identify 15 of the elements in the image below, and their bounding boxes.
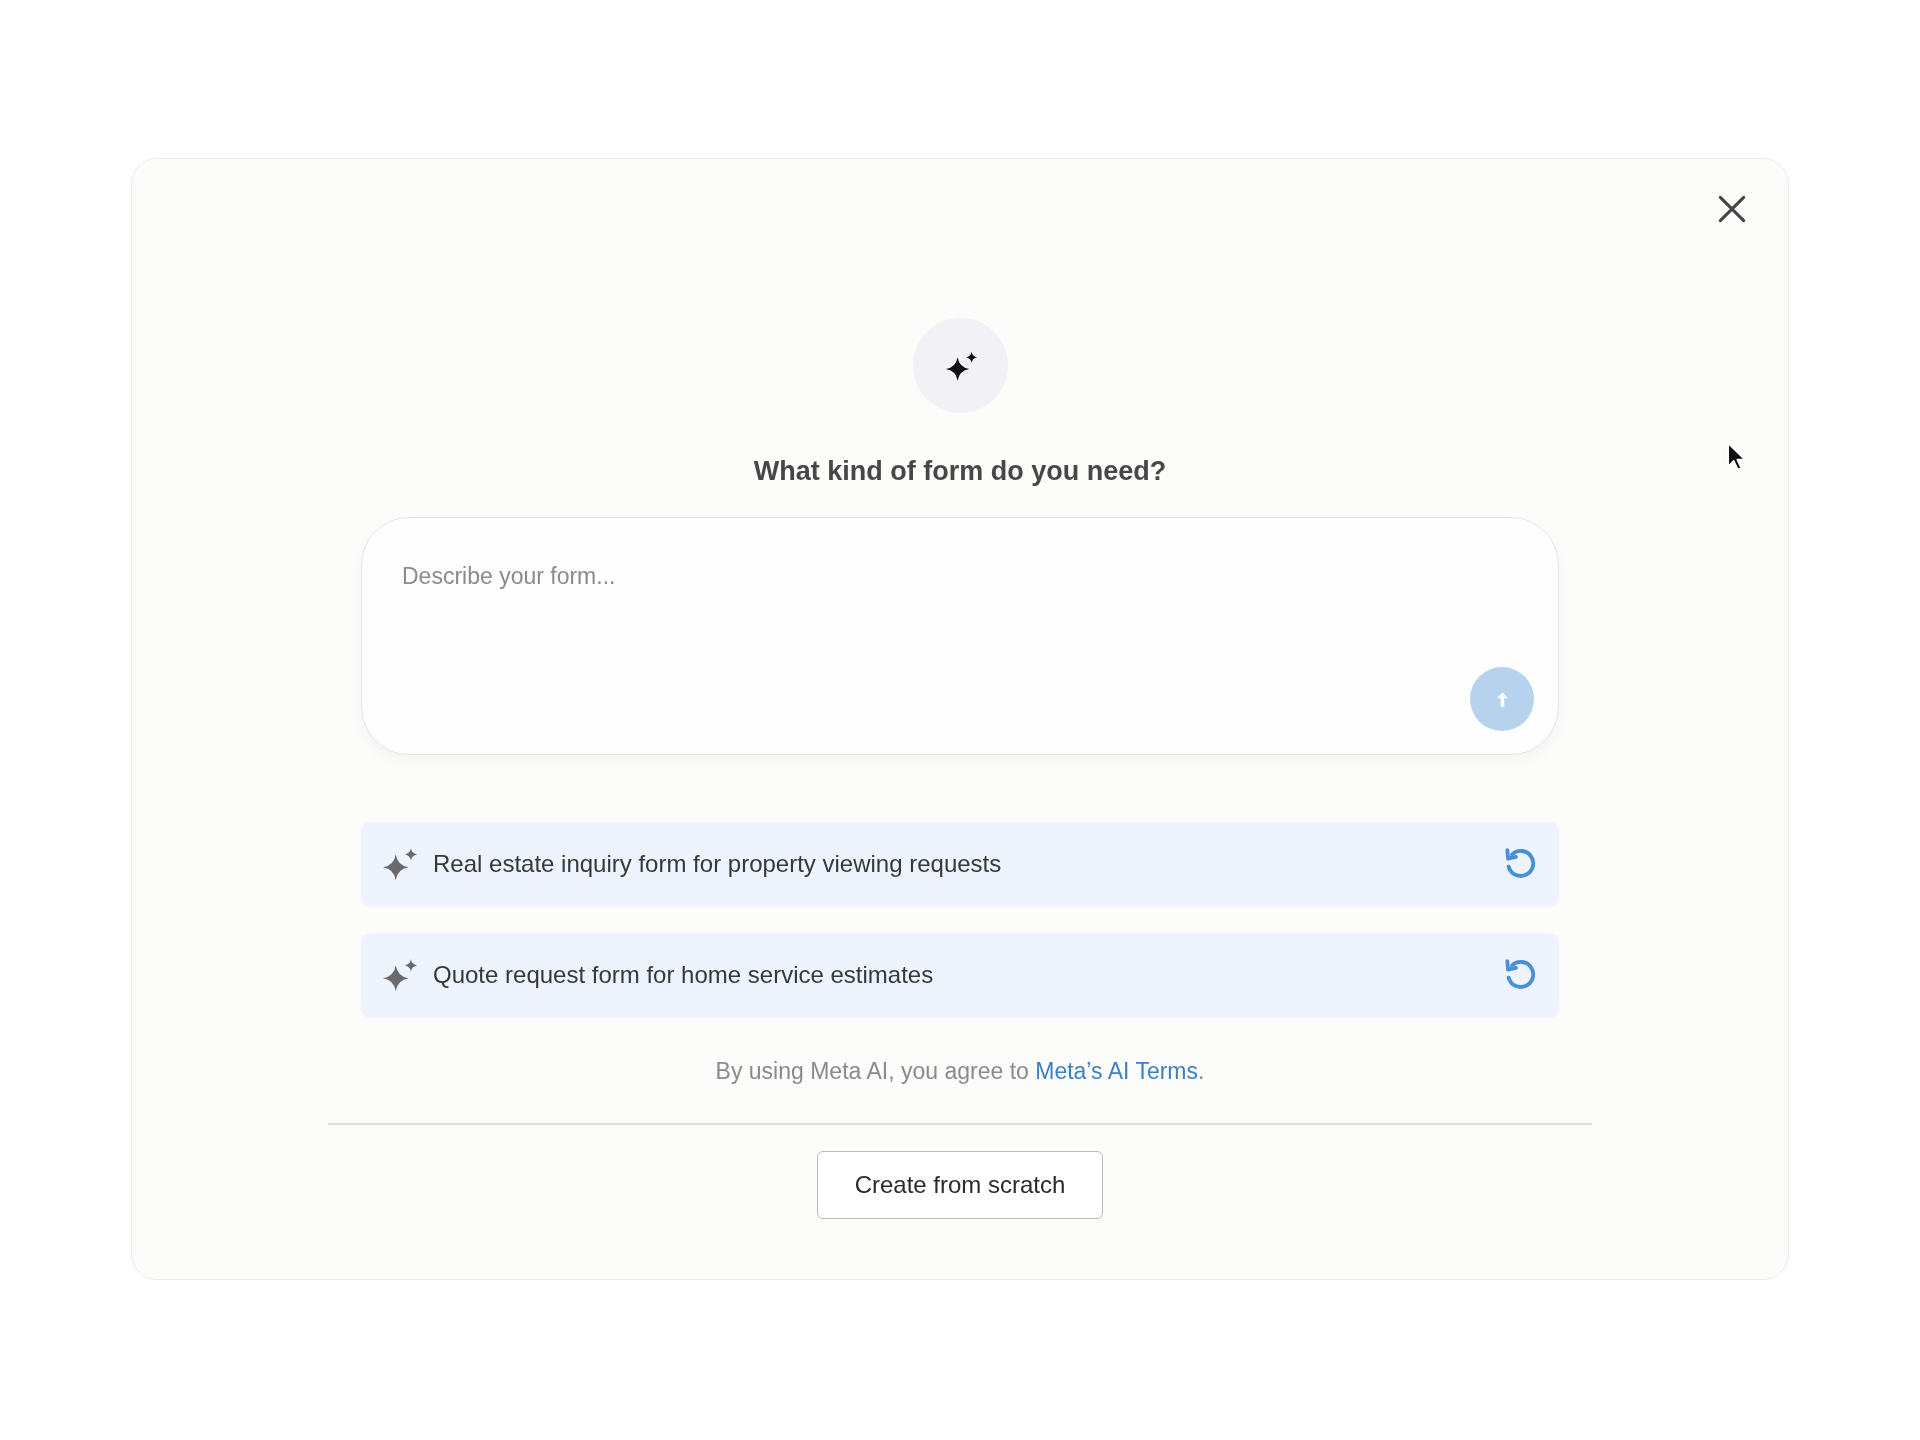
close-icon[interactable] — [1718, 195, 1746, 223]
cursor-icon — [1727, 442, 1746, 471]
terms-link[interactable]: Meta’s AI Terms — [1035, 1058, 1198, 1084]
arrow-up-icon — [1496, 691, 1508, 707]
terms-notice: By using Meta AI, you agree to Meta’s AI Terms. — [715, 1057, 1205, 1085]
refresh-icon[interactable] — [1505, 848, 1536, 880]
prompt-field[interactable]: Describe your form... — [361, 517, 1559, 755]
suggestion-item[interactable]: Real estate inquiry form for property viewing requests — [361, 822, 1559, 906]
refresh-icon[interactable] — [1505, 959, 1536, 991]
suggestion-item[interactable]: Quote request form for home service estimates — [361, 933, 1559, 1017]
create-button[interactable]: Create from scratch — [817, 1151, 1103, 1219]
sparkle-icon — [383, 848, 417, 880]
sparkle-icon — [912, 318, 1008, 413]
sparkle-icon — [383, 959, 417, 991]
dialog-title: What kind of form do you need? — [753, 455, 1167, 487]
